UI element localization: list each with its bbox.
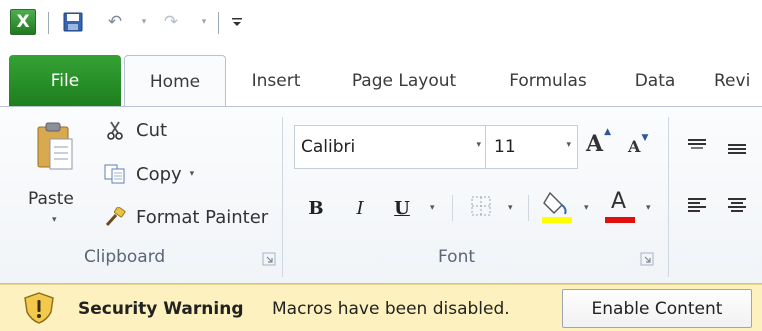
shrink-font-button[interactable]: A ▼ (628, 133, 648, 156)
tab-insert[interactable]: Insert (238, 55, 314, 107)
cut-button[interactable]: Cut (104, 119, 167, 141)
tab-review[interactable]: Revi (714, 55, 762, 107)
font-size-value: 11 (494, 137, 516, 157)
security-warning-title: Security Warning (78, 299, 244, 319)
align-left-icon[interactable] (686, 197, 708, 213)
tab-formulas[interactable]: Formulas (492, 55, 604, 107)
paste-button[interactable]: Paste (28, 189, 74, 209)
tab-data[interactable]: Data (622, 55, 688, 107)
ribbon: Paste ▾ Cut Copy ▾ Format Painter Clipbo… (0, 106, 762, 284)
qat-separator (48, 12, 49, 34)
font-color-dropdown-icon[interactable]: ▾ (646, 203, 651, 213)
excel-logo-letter: X (16, 12, 30, 32)
group-separator (282, 117, 283, 277)
align-center-icon[interactable] (726, 197, 748, 213)
qat-separator (218, 12, 219, 34)
paste-dropdown-icon[interactable]: ▾ (52, 215, 57, 225)
copy-label: Copy (136, 163, 182, 185)
shield-warning-icon (22, 292, 56, 324)
customize-icon[interactable] (230, 11, 244, 33)
tab-page-layout[interactable]: Page Layout (330, 55, 478, 107)
font-name-value: Calibri (301, 137, 356, 157)
ribbon-tabs: File Home Insert Page Layout Formulas Da… (0, 52, 762, 107)
quick-access-toolbar: X ↶ ▾ ↷ ▾ (0, 0, 762, 52)
cut-label: Cut (136, 119, 168, 141)
redo-icon[interactable]: ↷ (160, 11, 182, 33)
font-launcher-icon[interactable] (640, 251, 654, 266)
shrink-font-glyph: A (628, 137, 641, 156)
paste-icon[interactable] (36, 121, 74, 173)
font-group-label: Font (438, 247, 476, 267)
enable-content-button[interactable]: Enable Content (562, 289, 752, 328)
borders-dropdown-icon[interactable]: ▾ (508, 203, 513, 213)
font-name-dropdown-icon[interactable]: ▾ (476, 140, 481, 150)
align-top-icon[interactable] (686, 137, 708, 153)
format-separator (452, 195, 453, 221)
format-painter-label: Format Painter (136, 206, 269, 228)
font-color-button[interactable]: A (603, 187, 637, 227)
security-warning-message: Macros have been disabled. (272, 299, 510, 319)
fill-color-dropdown-icon[interactable]: ▾ (584, 203, 589, 213)
borders-icon[interactable] (470, 195, 492, 217)
tab-home[interactable]: Home (124, 55, 226, 107)
format-separator (528, 195, 529, 221)
grow-font-glyph: A (586, 131, 604, 157)
fill-color-icon[interactable] (541, 187, 575, 227)
underline-button[interactable]: U (392, 193, 412, 223)
font-size-dropdown-icon[interactable]: ▾ (566, 140, 571, 150)
underline-dropdown-icon[interactable]: ▾ (430, 203, 435, 213)
italic-button[interactable]: I (350, 193, 370, 223)
format-painter-button[interactable]: Format Painter (104, 206, 268, 228)
tab-file[interactable]: File (9, 55, 121, 107)
scissors-icon (104, 119, 126, 141)
grow-arrow-icon: ▲ (604, 127, 612, 137)
group-separator (668, 117, 669, 277)
align-middle-icon[interactable] (726, 141, 748, 157)
excel-logo-icon[interactable]: X (10, 9, 36, 35)
font-name-select[interactable]: Calibri ▾ (294, 125, 486, 169)
font-size-select[interactable]: 11 ▾ (486, 125, 578, 169)
bold-button[interactable]: B (306, 193, 326, 223)
redo-dropdown-icon[interactable]: ▾ (198, 11, 210, 33)
copy-button[interactable]: Copy ▾ (104, 163, 194, 185)
clipboard-launcher-icon[interactable] (262, 251, 276, 266)
save-icon[interactable] (62, 11, 84, 33)
security-message-bar: Security Warning Macros have been disabl… (0, 284, 762, 331)
undo-icon[interactable]: ↶ (104, 11, 126, 33)
paintbrush-icon (104, 206, 126, 228)
copy-icon (104, 163, 126, 185)
clipboard-group-label: Clipboard (84, 247, 166, 267)
shrink-arrow-icon: ▼ (641, 133, 649, 143)
undo-dropdown-icon[interactable]: ▾ (138, 11, 150, 33)
copy-dropdown-icon[interactable]: ▾ (190, 169, 195, 179)
grow-font-button[interactable]: A ▲ (586, 127, 611, 157)
